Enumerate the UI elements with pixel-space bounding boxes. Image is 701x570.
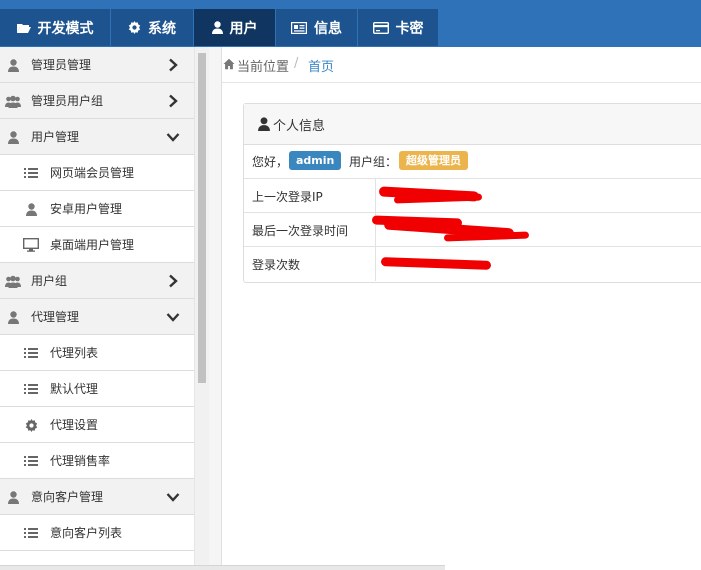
list-icon bbox=[23, 345, 39, 361]
tab-dev-mode[interactable]: 开发模式 bbox=[0, 9, 110, 46]
top-nav-bar: 开发模式 系统 用户 信息 卡密 bbox=[0, 0, 701, 48]
scrollbar-thumb[interactable] bbox=[198, 53, 206, 383]
chevron-right-icon[interactable] bbox=[166, 274, 180, 288]
gear-icon bbox=[128, 21, 141, 34]
last-login-ip-row: 上一次登录IP bbox=[244, 179, 701, 213]
sidebar-item[interactable]: 意向客户列表 bbox=[0, 515, 194, 551]
tab-label: 信息 bbox=[314, 20, 342, 37]
sidebar-item-label: 桌面端用户管理 bbox=[50, 238, 135, 252]
desktop-icon bbox=[23, 237, 39, 253]
sidebar-item-label: 管理员用户组 bbox=[31, 94, 104, 108]
last-login-time-row: 最后一次登录时间 bbox=[244, 213, 701, 247]
sidebar-item[interactable]: 默认代理 bbox=[0, 371, 194, 407]
sidebar-group[interactable]: 意向客户管理 bbox=[0, 479, 194, 515]
sidebar-item-label: 管理员管理 bbox=[31, 58, 92, 72]
greeting-text: 您好， bbox=[252, 155, 289, 169]
profile-card-title: 个人信息 bbox=[273, 119, 326, 134]
chevron-down-icon[interactable] bbox=[166, 490, 180, 504]
sidebar-item[interactable]: 桌面端用户管理 bbox=[0, 227, 194, 263]
sidebar-group[interactable]: 用户管理 bbox=[0, 119, 194, 155]
chevron-down-icon[interactable] bbox=[166, 310, 180, 324]
user-icon bbox=[5, 309, 21, 325]
user-icon bbox=[258, 117, 270, 131]
sidebar: 管理员管理管理员用户组 用户管理网页端会员管理 安卓用户管理 桌面端用户管理用户组代理… bbox=[0, 47, 195, 569]
sidebar-item[interactable]: 代理设置 bbox=[0, 407, 194, 443]
username-badge: admin bbox=[289, 151, 342, 170]
tab-user[interactable]: 用户 bbox=[194, 9, 275, 46]
folder-open-icon bbox=[16, 22, 31, 34]
breadcrumb-home-link[interactable]: 首页 bbox=[308, 56, 334, 75]
breadcrumb: 当前位置 / 首页 bbox=[222, 47, 701, 83]
chevron-right-icon[interactable] bbox=[166, 58, 180, 72]
list-icon bbox=[23, 381, 39, 397]
user-icon bbox=[5, 129, 21, 145]
horizontal-scrollbar[interactable] bbox=[0, 565, 445, 570]
sidebar-item-label: 用户管理 bbox=[31, 130, 80, 144]
list-icon bbox=[23, 525, 39, 541]
sidebar-group[interactable]: 管理员管理 bbox=[0, 47, 194, 83]
chevron-right-icon[interactable] bbox=[166, 94, 180, 108]
sidebar-item[interactable]: 代理列表 bbox=[0, 335, 194, 371]
tab-label: 系统 bbox=[148, 20, 176, 37]
tab-label: 卡密 bbox=[395, 20, 424, 37]
sidebar-item-label: 安卓用户管理 bbox=[50, 202, 123, 216]
tab-label: 用户 bbox=[229, 20, 258, 37]
row-label: 登录次数 bbox=[252, 258, 301, 272]
column-divider bbox=[375, 247, 376, 281]
sidebar-item-label: 代理列表 bbox=[50, 346, 99, 360]
sidebar-scrollbar[interactable] bbox=[194, 47, 209, 569]
breadcrumb-current-label: 当前位置 bbox=[237, 60, 290, 75]
home-icon bbox=[223, 58, 235, 70]
sidebar-group[interactable]: 用户组 bbox=[0, 263, 194, 299]
sidebar-item-label: 网页端会员管理 bbox=[50, 166, 135, 180]
sidebar-group[interactable]: 代理管理 bbox=[0, 299, 194, 335]
login-count-row: 登录次数 bbox=[244, 247, 701, 281]
redaction-mark bbox=[380, 257, 492, 270]
user-icon bbox=[211, 21, 223, 34]
tab-card-key[interactable]: 卡密 bbox=[358, 9, 438, 46]
tab-label: 开发模式 bbox=[37, 20, 94, 37]
user-icon bbox=[23, 201, 39, 217]
profile-card: 个人信息 您好， admin 用户组： 超级管理员 上一次登录IP 最后一次登录… bbox=[243, 103, 701, 283]
users-icon bbox=[5, 273, 21, 289]
sidebar-item[interactable]: 网页端会员管理 bbox=[0, 155, 194, 191]
card-icon bbox=[372, 21, 389, 34]
sidebar-item-label: 用户组 bbox=[31, 274, 68, 288]
tab-system[interactable]: 系统 bbox=[111, 9, 193, 46]
chevron-down-icon[interactable] bbox=[166, 130, 180, 144]
user-icon bbox=[5, 489, 21, 505]
main-content: 当前位置 / 首页 个人信息 您好， admin 用户组： 超级管理员 上一次登… bbox=[209, 47, 701, 569]
sidebar-item-label: 意向客户管理 bbox=[31, 490, 104, 504]
sidebar-group[interactable]: 管理员用户组 bbox=[0, 83, 194, 119]
newspaper-icon bbox=[291, 21, 307, 34]
user-group-badge: 超级管理员 bbox=[399, 151, 468, 170]
sidebar-item-label: 代理销售率 bbox=[50, 454, 111, 468]
row-label: 上一次登录IP bbox=[252, 190, 323, 204]
users-icon bbox=[5, 93, 21, 109]
greeting-row: 您好， admin 用户组： 超级管理员 bbox=[244, 145, 701, 179]
content-panel: 当前位置 / 首页 个人信息 您好， admin 用户组： 超级管理员 上一次登… bbox=[221, 47, 701, 569]
row-label: 最后一次登录时间 bbox=[252, 224, 349, 238]
gear-icon bbox=[23, 417, 39, 433]
sidebar-item-label: 意向客户列表 bbox=[50, 526, 123, 540]
list-icon bbox=[23, 165, 39, 181]
sidebar-item-label: 代理管理 bbox=[31, 310, 80, 324]
sidebar-item[interactable]: 安卓用户管理 bbox=[0, 191, 194, 227]
breadcrumb-separator: / bbox=[294, 56, 299, 71]
column-divider bbox=[375, 179, 376, 213]
sidebar-item-label: 默认代理 bbox=[50, 382, 99, 396]
profile-card-header: 个人信息 bbox=[244, 104, 701, 145]
sidebar-item[interactable]: 代理销售率 bbox=[0, 443, 194, 479]
user-icon bbox=[5, 57, 21, 73]
user-group-label: 用户组： bbox=[349, 155, 398, 169]
list-icon bbox=[23, 453, 39, 469]
sidebar-item-label: 代理设置 bbox=[50, 418, 99, 432]
tab-info[interactable]: 信息 bbox=[276, 9, 357, 46]
